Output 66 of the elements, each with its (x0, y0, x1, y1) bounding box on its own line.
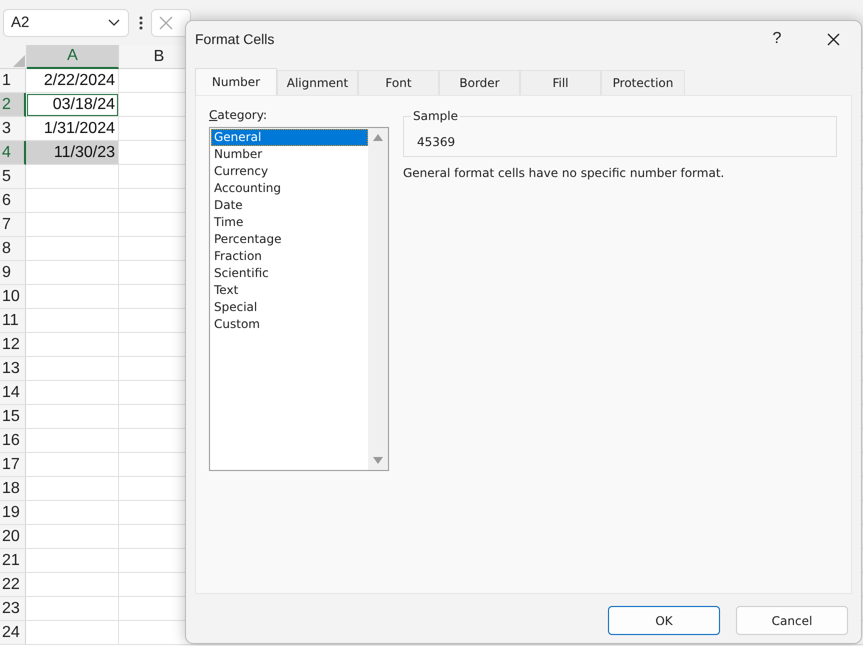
help-button[interactable]: ? (749, 22, 805, 56)
list-item[interactable]: Date (211, 197, 368, 214)
row-header[interactable]: 11 (0, 309, 26, 333)
cancel-icon (158, 14, 174, 30)
cell-reference: A2 (11, 14, 30, 31)
column-header[interactable]: A (27, 45, 119, 69)
list-item[interactable]: Text (211, 282, 368, 299)
tab[interactable]: Fill (520, 70, 601, 95)
tab[interactable]: Border (439, 70, 520, 95)
list-item[interactable]: Scientific (211, 265, 368, 282)
scrollbar[interactable] (368, 128, 388, 470)
row-header[interactable]: 18 (0, 477, 26, 501)
row-header[interactable]: 12 (0, 333, 26, 357)
row-header[interactable]: 14 (0, 381, 26, 405)
row-header[interactable]: 15 (0, 405, 26, 429)
row-header[interactable]: 6 (0, 189, 26, 213)
row-header[interactable]: 23 (0, 597, 26, 621)
formula-buttons[interactable] (151, 8, 191, 36)
list-item[interactable]: Number (211, 146, 368, 163)
tab[interactable]: Alignment (277, 70, 358, 95)
scroll-down-icon[interactable] (373, 457, 383, 464)
table-cell: 11/30/23 (26, 141, 119, 165)
sample-label: Sample (411, 109, 460, 123)
ok-button[interactable]: OK (608, 606, 720, 635)
category-label: Category: (209, 108, 268, 122)
description-text: General format cells have no specific number format. (403, 166, 726, 180)
cancel-button[interactable]: Cancel (736, 606, 848, 635)
list-item[interactable]: Fraction (211, 248, 368, 265)
list-item[interactable]: Accounting (211, 180, 368, 197)
list-item[interactable]: Custom (211, 316, 368, 333)
close-icon (826, 32, 840, 46)
scroll-up-icon[interactable] (373, 134, 383, 141)
sample-value: 45369 (417, 135, 456, 149)
more-icon[interactable] (139, 16, 143, 30)
list-item[interactable]: Special (211, 299, 368, 316)
list-item[interactable]: Currency (211, 163, 368, 180)
row-header[interactable]: 2 (0, 93, 26, 117)
row-header[interactable]: 10 (0, 285, 26, 309)
row-header[interactable]: 16 (0, 429, 26, 453)
row-header[interactable]: 9 (0, 261, 26, 285)
row-header[interactable]: 21 (0, 549, 26, 573)
row-header[interactable]: 24 (0, 621, 26, 645)
tab[interactable]: Font (358, 70, 439, 95)
tab[interactable]: Protection (601, 70, 685, 95)
row-header[interactable]: 3 (0, 117, 26, 141)
list-item[interactable]: Time (211, 214, 368, 231)
row-header[interactable]: 1 (0, 69, 26, 93)
row-header[interactable]: 17 (0, 453, 26, 477)
row-header[interactable]: 20 (0, 525, 26, 549)
name-box[interactable]: A2 (3, 8, 129, 36)
row-header[interactable]: 5 (0, 165, 26, 189)
row-header[interactable]: 13 (0, 357, 26, 381)
row-header[interactable]: 7 (0, 213, 26, 237)
row-header[interactable]: 8 (0, 237, 26, 261)
row-header[interactable]: 4 (0, 141, 26, 165)
window-title: Format Cells (195, 31, 276, 47)
table-cell: 2/22/2024 (26, 69, 119, 93)
list-item[interactable]: General (211, 129, 368, 146)
category-list[interactable]: General Number Currency Accounting Date Time Percentage Fraction Scientific Text Special Custom (209, 127, 389, 471)
chevron-icon (108, 18, 120, 26)
select-all-corner[interactable] (0, 45, 27, 69)
list-item[interactable]: Percentage (211, 231, 368, 248)
tab[interactable]: Number (195, 68, 277, 95)
row-header[interactable]: 19 (0, 501, 26, 525)
row-header[interactable]: 22 (0, 573, 26, 597)
table-cell: 03/18/24 (26, 93, 119, 117)
